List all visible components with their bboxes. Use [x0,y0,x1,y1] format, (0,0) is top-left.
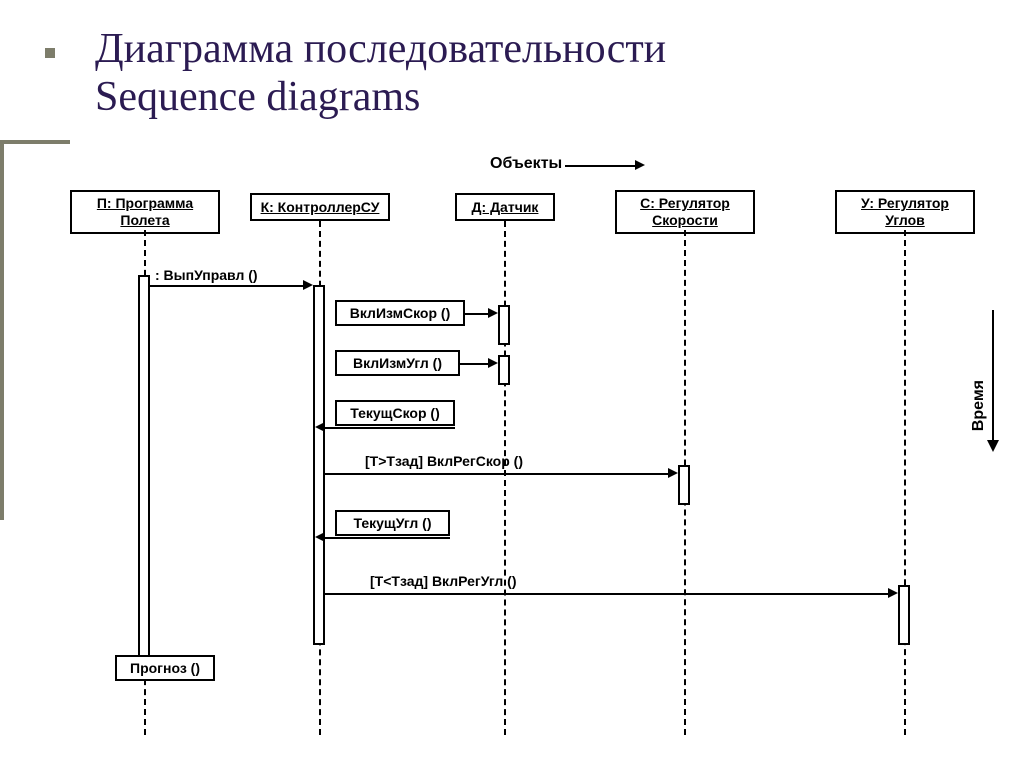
time-arrow-head [987,440,999,452]
activation-u [898,585,910,645]
participant-k: К: КонтроллерСУ [250,193,390,221]
msg-5-line [325,473,670,475]
msg-2-line [465,313,490,315]
time-label: Время [970,380,988,431]
msg-4-arrow [315,422,325,432]
activation-d1 [498,305,510,345]
msg-2-arrow [488,308,498,318]
participant-s: С: Регулятор Скорости [615,190,755,234]
msg-2-label: ВклИзмСкор () [335,300,465,326]
msg-4-label: ТекущСкор () [335,400,455,426]
msg-4-line [325,427,455,429]
accent-bar-vertical [0,140,4,520]
msg-1-label: : ВыпУправл () [155,267,258,283]
lifeline-u [904,230,906,735]
msg-6-arrow [315,532,325,542]
time-arrow-shaft [992,310,994,440]
accent-bar-horizontal [0,140,70,144]
msg-6-line [325,537,450,539]
msg-7-arrow [888,588,898,598]
title-line-2: Sequence diagrams [95,74,420,120]
activation-k [313,285,325,645]
msg-3-line [460,363,490,365]
msg-1-arrow [303,280,313,290]
objects-label: Объекты [490,155,562,173]
sequence-diagram: Объекты П: Программа Полета К: Контролле… [60,155,1010,735]
activation-s [678,465,690,505]
msg-8-label: Прогноз () [115,655,215,681]
slide-title: Диаграмма последовательности Sequence di… [95,25,666,122]
msg-6-label: ТекущУгл () [335,510,450,536]
msg-5-arrow [668,468,678,478]
msg-7-label: [Т<Тзад] ВклРегУгл () [370,573,517,589]
objects-arrow-line [565,165,635,167]
title-line-1: Диаграмма последовательности [95,26,666,72]
msg-7-line [325,593,890,595]
msg-3-arrow [488,358,498,368]
msg-1-line [150,285,305,287]
activation-d2 [498,355,510,385]
title-bullet [45,48,55,58]
participant-d: Д: Датчик [455,193,555,221]
lifeline-d [504,221,506,735]
objects-arrow-head [635,160,645,170]
msg-3-label: ВклИзмУгл () [335,350,460,376]
activation-p [138,275,150,675]
participant-u: У: Регулятор Углов [835,190,975,234]
msg-5-label: [Т>Тзад] ВклРегСкор () [365,453,523,469]
participant-p: П: Программа Полета [70,190,220,234]
